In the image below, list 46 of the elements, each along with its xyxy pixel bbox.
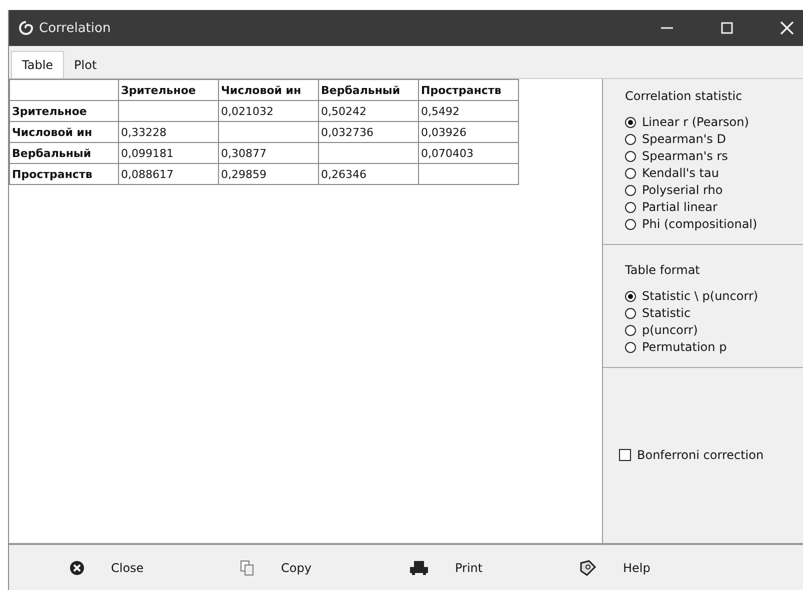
checkbox-option[interactable]: Bonferroni correction — [619, 446, 794, 462]
table-cell: 0,26346 — [318, 164, 418, 184]
table-cell: 0,5492 — [418, 100, 518, 122]
copy-icon — [239, 560, 255, 576]
radio-option[interactable]: p(uncorr) — [625, 322, 794, 338]
copy-button[interactable]: Copy — [239, 560, 409, 576]
radio-option[interactable]: Phi (compositional) — [625, 216, 794, 232]
radio-option[interactable]: Polyserial rho — [625, 182, 794, 198]
table-cell: 0,29859 — [218, 164, 318, 184]
help-button[interactable]: Help — [579, 560, 749, 576]
radio-option[interactable]: Partial linear — [625, 199, 794, 215]
group-title: Table format — [625, 263, 701, 277]
radio-option[interactable]: Statistic \ p(uncorr) — [625, 288, 794, 304]
printer-icon — [409, 560, 429, 576]
row-header: Числовой ин — [10, 122, 118, 142]
table-cell: 0,099181 — [118, 142, 218, 164]
radio-option[interactable]: Permutation p — [625, 339, 794, 355]
radio-option[interactable]: Spearman's rs — [625, 148, 794, 164]
table-cell: 0,070403 — [418, 142, 518, 164]
tab[interactable]: Table — [11, 51, 64, 78]
close-icon — [69, 560, 85, 576]
radio-option[interactable]: Statistic — [625, 305, 794, 321]
column-header: Пространств — [418, 80, 518, 100]
column-header: Вербальный — [318, 80, 418, 100]
group-title: Correlation statistic — [625, 89, 744, 103]
close-button[interactable]: Close — [69, 560, 239, 576]
close-icon[interactable] — [780, 21, 794, 35]
radio-option[interactable]: Spearman's D — [625, 131, 794, 147]
radio-option[interactable]: Linear r (Pearson) — [625, 114, 794, 130]
table-cell: 0,088617 — [118, 164, 218, 184]
table-cell: 0,50242 — [318, 100, 418, 122]
table-cell: 0,032736 — [318, 122, 418, 142]
window-title: Correlation — [39, 20, 111, 36]
table-cell: 0,021032 — [218, 100, 318, 122]
row-header: Зрительное — [10, 100, 118, 122]
radio-option[interactable]: Kendall's tau — [625, 165, 794, 181]
table-cell: 0,03926 — [418, 122, 518, 142]
column-header: Числовой ин — [218, 80, 318, 100]
column-header: Зрительное — [118, 80, 218, 100]
table-cell: 0,30877 — [218, 142, 318, 164]
app-icon — [19, 21, 33, 35]
maximize-icon[interactable] — [720, 21, 734, 35]
row-header: Вербальный — [10, 142, 118, 164]
print-button[interactable]: Print — [409, 560, 579, 576]
row-header: Пространств — [10, 164, 118, 184]
table-cell: 0,33228 — [118, 122, 218, 142]
